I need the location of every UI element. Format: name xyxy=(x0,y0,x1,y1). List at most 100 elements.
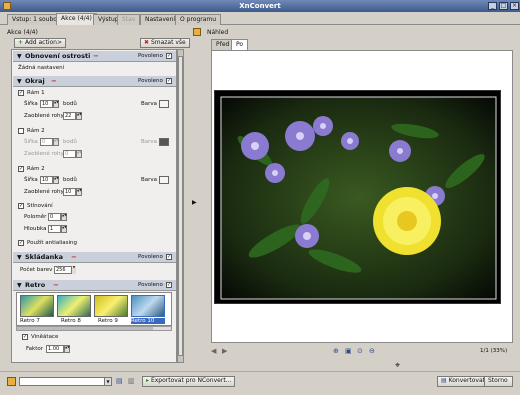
convert-icon: ▤ xyxy=(441,377,447,384)
cancel-button[interactable]: Storno xyxy=(484,376,513,387)
retro-thumb-9[interactable] xyxy=(94,295,128,317)
preview-title: Náhled xyxy=(207,29,229,36)
fit-icon[interactable]: ▣ xyxy=(345,347,352,355)
remove-action-icon[interactable]: − xyxy=(71,253,77,261)
close-button[interactable]: × xyxy=(510,2,519,10)
add-action-button[interactable]: + Add action> xyxy=(14,38,66,48)
thumbnail-scroll-thumb[interactable] xyxy=(17,327,153,330)
title-bar: XnConvert _ □ × xyxy=(0,0,520,12)
preview-image xyxy=(214,90,501,304)
retro-thumb-7[interactable] xyxy=(20,295,54,317)
frame3-unit: bodů xyxy=(63,177,77,183)
retro-thumbnail-strip[interactable]: Retro 7 Retro 8 Retro 9 Retro 10 xyxy=(16,292,172,326)
frame1-color-label: Barva xyxy=(141,101,158,107)
frame2-label: Rám 2 xyxy=(27,128,45,134)
collapse-icon[interactable]: ▼ xyxy=(17,53,22,60)
frame3-color-swatch[interactable] xyxy=(159,176,169,184)
retro-thumb-8[interactable] xyxy=(57,295,91,317)
frame1-label: Rám 1 xyxy=(27,90,45,96)
pane-splitter[interactable]: ▶ xyxy=(190,27,200,369)
retro-thumb-9-label: Retro 9 xyxy=(98,318,118,324)
frame1-width-spinner[interactable]: 10 ▲▼ xyxy=(40,100,59,108)
frame3-round-spinner[interactable]: 10 ▲▼ xyxy=(63,188,82,196)
expand-arrow-icon[interactable]: ▶ xyxy=(192,199,197,206)
retro-thumb-8-label: Retro 8 xyxy=(61,318,81,324)
retro-thumb-10[interactable] xyxy=(131,295,165,317)
preview-status: 1/1 (33%) xyxy=(480,348,508,354)
vignette-checkbox[interactable]: ✓ xyxy=(22,334,28,340)
frame1-checkbox[interactable]: ✓ xyxy=(18,90,24,96)
enabled-checkbox[interactable]: ✓ xyxy=(166,78,172,84)
tab-actions[interactable]: Akce (4/4) xyxy=(56,13,97,25)
antialias-checkbox[interactable]: ✓ xyxy=(18,240,24,246)
frame2-checkbox[interactable] xyxy=(18,128,24,134)
section-border[interactable]: ▼ Okraj − Povoleno ✓ xyxy=(13,76,176,87)
antialias-label: Použít antialiasing xyxy=(27,240,77,246)
shadow-checkbox[interactable]: ✓ xyxy=(18,203,24,209)
enabled-checkbox[interactable]: ✓ xyxy=(166,53,172,59)
frame2-width-spinner[interactable]: 0 ▲▼ xyxy=(40,138,59,146)
maximize-button[interactable]: □ xyxy=(499,2,508,10)
colors-count-label: Počet barev xyxy=(20,267,53,273)
depth-spinner[interactable]: 1 ▲▼ xyxy=(48,225,67,233)
section-sharpen[interactable]: ▼ Obnovení ostrosti − Povoleno ✓ xyxy=(13,51,176,62)
frame3-width-spinner[interactable]: 10 ▲▼ xyxy=(40,176,59,184)
clear-all-button[interactable]: ✖ Smazat vše xyxy=(140,38,190,48)
export-icon: ▸ xyxy=(146,377,150,384)
enabled-label: Povoleno xyxy=(138,78,163,84)
collapse-icon[interactable]: ▼ xyxy=(17,254,22,261)
frame3-color-label: Barva xyxy=(141,177,158,183)
tab-about[interactable]: O programu xyxy=(175,14,222,25)
delete-preset-icon[interactable]: ▥ xyxy=(128,377,137,386)
add-icon: + xyxy=(18,39,24,46)
frame1-color-swatch[interactable] xyxy=(159,100,169,108)
delete-icon: ✖ xyxy=(144,39,150,46)
shadow-label: Stínování xyxy=(27,203,53,209)
mouse-cursor-icon: ⌖ xyxy=(395,361,401,371)
section-stack[interactable]: ▼ Skládanka − Povoleno ✓ xyxy=(13,252,176,263)
colors-count-select[interactable]: 256 ▼ xyxy=(54,266,76,274)
tab-status[interactable]: Stav xyxy=(117,14,141,25)
radius-spinner[interactable]: 0 ▲▼ xyxy=(48,213,67,221)
save-icon[interactable]: ▤ xyxy=(116,377,125,386)
window-title: XnConvert xyxy=(239,2,281,10)
factor-spinner[interactable]: 1.00 ▲▼ xyxy=(46,345,70,353)
remove-action-icon[interactable]: − xyxy=(51,77,57,85)
frame1-round-label: Zaoblené rohy xyxy=(24,113,64,119)
radius-label: Poloměr xyxy=(24,214,47,220)
actions-list[interactable]: ▼ Obnovení ostrosti − Povoleno ✓ Žádná n… xyxy=(11,49,177,363)
frame2-color-swatch[interactable] xyxy=(159,138,169,146)
cancel-label: Storno xyxy=(488,377,508,384)
frame1-unit: bodů xyxy=(63,101,77,107)
tab-after[interactable]: Po xyxy=(231,39,249,50)
folder-icon[interactable] xyxy=(7,377,16,386)
scroll-thumb[interactable] xyxy=(178,56,183,356)
preset-combo[interactable]: ▼ xyxy=(19,377,112,386)
main-tabs: Vstup: 1 soubor Akce (4/4) Výstup Stav N… xyxy=(0,12,520,25)
frame1-width-label: Šířka xyxy=(24,101,38,107)
chevron-down-icon[interactable]: ▼ xyxy=(104,378,111,385)
add-action-label: Add action> xyxy=(24,39,62,46)
thumbnail-scrollbar[interactable] xyxy=(16,326,172,331)
vignette-label: Viněátace xyxy=(31,334,59,340)
zoom-icon[interactable]: ⊙ xyxy=(357,347,363,355)
remove-action-icon[interactable]: − xyxy=(93,52,99,60)
actions-group-label: Akce (4/4) xyxy=(7,29,38,36)
frame3-label: Rám 2 xyxy=(27,166,45,172)
enabled-label: Povoleno xyxy=(138,254,163,260)
prev-nav-icon[interactable]: ◀ xyxy=(211,347,216,355)
zoom-out-icon[interactable]: ⊖ xyxy=(369,347,375,355)
frame2-unit: bodů xyxy=(63,139,77,145)
convert-button[interactable]: ▤ Konvertovat xyxy=(437,376,490,387)
collapse-icon[interactable]: ▼ xyxy=(17,78,22,85)
minimize-button[interactable]: _ xyxy=(488,2,497,10)
frame2-color-label: Barva xyxy=(141,139,158,145)
zoom-in-icon[interactable]: ⊕ xyxy=(333,347,339,355)
export-nconvert-button[interactable]: ▸ Exportovat pro NConvert... xyxy=(142,376,236,387)
enabled-checkbox[interactable]: ✓ xyxy=(166,254,172,260)
actions-scrollbar[interactable] xyxy=(177,49,184,363)
frame1-round-spinner[interactable]: 22 ▲▼ xyxy=(63,112,82,120)
frame3-checkbox[interactable]: ✓ xyxy=(18,166,24,172)
next-nav-icon[interactable]: ▶ xyxy=(222,347,227,355)
frame2-round-spinner[interactable]: 0 ▲▼ xyxy=(63,150,82,158)
